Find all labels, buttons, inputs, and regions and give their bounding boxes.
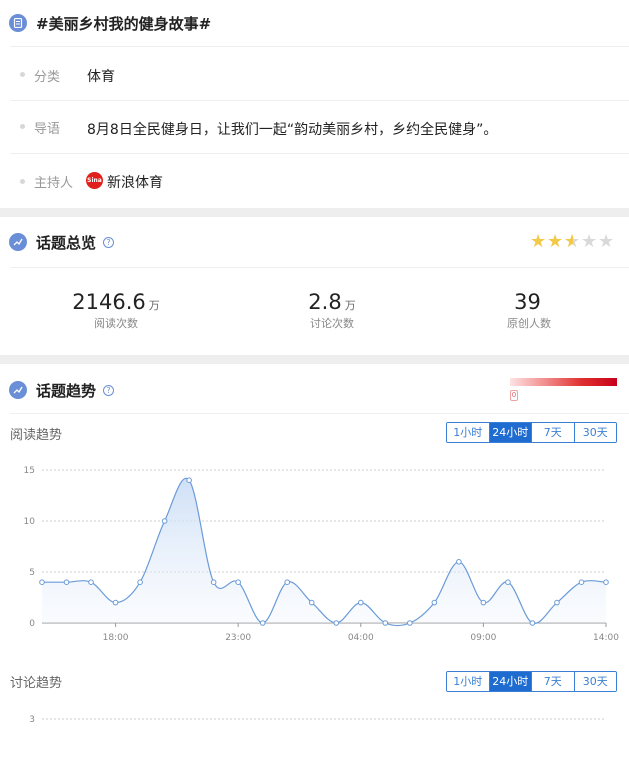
overview-title: 话题总览: [36, 233, 97, 252]
rating-star: ★: [581, 231, 598, 252]
help-icon[interactable]: ?: [103, 236, 115, 248]
host-row: 主持人 Sina 新浪体育: [0, 172, 629, 192]
trend-title: 话题趋势: [36, 381, 97, 400]
stat-label: 讨论次数: [310, 317, 354, 330]
discussion-range-option[interactable]: 30天: [574, 672, 616, 691]
intro-value: 8月8日全民健身日，让我们一起“韵动美丽乡村，乡约全民健身”。: [87, 122, 498, 138]
data-point: [88, 579, 94, 585]
read-trend-chart: 0 5 10 15 18:00 23:00 04:00 09:00 14:00: [24, 466, 620, 643]
topic-header: #美丽乡村我的健身故事#: [0, 10, 629, 36]
document-icon: [9, 14, 27, 32]
read-range-option[interactable]: 7天: [532, 423, 575, 442]
data-point: [480, 599, 487, 606]
y-tick-label: 0: [29, 619, 35, 629]
read-range-option[interactable]: 24小时: [489, 423, 532, 442]
rating-star: ★: [530, 231, 547, 252]
y-tick-label: 5: [29, 568, 35, 578]
data-point: [259, 620, 266, 626]
divider: [10, 100, 629, 101]
chart-icon: [9, 233, 27, 251]
host-label: 主持人: [34, 176, 74, 191]
sina-logo-text: Sina: [87, 177, 102, 184]
discussion-range-option[interactable]: 1小时: [447, 672, 490, 691]
section-separator: [0, 208, 629, 217]
topic-title: #美丽乡村我的健身故事#: [36, 14, 212, 33]
section-separator: [0, 355, 629, 364]
bullet-dot: [20, 179, 25, 184]
data-point: [161, 518, 168, 524]
y-tick-label: 15: [24, 466, 35, 476]
data-point: [357, 599, 364, 606]
x-tick-label: 23:00: [225, 633, 251, 643]
data-point: [456, 559, 462, 565]
read-trend-title: 阅读趋势: [10, 428, 63, 443]
data-point: [137, 579, 143, 585]
read-range-selector: 1小时 24小时 7天 30天: [446, 422, 617, 443]
divider: [10, 413, 629, 414]
rating-star: ★: [564, 233, 581, 252]
data-point: [505, 579, 511, 585]
data-point: [407, 620, 413, 626]
category-value: 体育: [87, 69, 115, 85]
sina-sports-logo[interactable]: Sina: [86, 172, 103, 189]
data-point: [554, 599, 560, 606]
discussion-range-option[interactable]: 24小时: [489, 672, 532, 691]
category-label: 分类: [34, 70, 61, 85]
stat-label: 阅读次数: [94, 317, 138, 330]
category-row: 分类 体育: [0, 66, 629, 86]
read-area: [42, 478, 606, 626]
data-point: [235, 579, 241, 585]
read-range-option[interactable]: 30天: [574, 423, 616, 442]
data-point: [431, 599, 438, 606]
data-point: [308, 599, 315, 606]
rating-star: ★: [547, 231, 564, 252]
rating-star: ★: [598, 231, 615, 252]
data-point: [39, 579, 45, 585]
data-point: [603, 579, 609, 585]
y-tick-label: 3: [29, 715, 35, 725]
stat-value: 39: [514, 290, 541, 314]
stat-value: 2.8: [308, 290, 342, 314]
data-point: [529, 620, 536, 626]
x-tick-label: 04:00: [348, 633, 374, 643]
bullet-dot: [20, 72, 25, 77]
stat-read-count: 2146.6 万 阅读次数: [36, 290, 196, 331]
data-point: [186, 477, 192, 484]
x-tick-label: 18:00: [103, 633, 129, 643]
intro-label: 导语: [34, 122, 61, 137]
divider: [10, 153, 629, 154]
heat-gradient-bar: [510, 378, 617, 386]
x-tick-label: 14:00: [593, 633, 619, 643]
stat-value: 2146.6: [72, 290, 146, 314]
stat-original-users: 39 原创人数: [449, 290, 609, 331]
divider: [10, 46, 629, 47]
stat-label: 原创人数: [507, 317, 551, 330]
heat-level-tag: 0: [510, 390, 518, 401]
discussion-range-option[interactable]: 7天: [532, 672, 575, 691]
chart-icon: [9, 381, 27, 399]
stat-unit: 万: [148, 299, 160, 312]
data-point: [63, 579, 70, 585]
discussion-trend-chart: 3: [29, 715, 606, 725]
stat-discussion-count: 2.8 万 讨论次数: [252, 290, 412, 331]
y-tick-label: 10: [24, 517, 36, 527]
data-point: [112, 599, 119, 606]
rating-stars: ★ ★ ★ ★ ★: [530, 231, 615, 252]
data-point: [210, 579, 217, 585]
host-name-link[interactable]: 新浪体育: [107, 172, 163, 192]
divider: [10, 267, 629, 268]
data-point: [333, 620, 340, 626]
bullet-dot: [20, 124, 25, 129]
read-range-option[interactable]: 1小时: [447, 423, 490, 442]
data-point: [382, 620, 389, 626]
data-point: [284, 579, 291, 585]
intro-row: 导语 8月8日全民健身日，让我们一起“韵动美丽乡村，乡约全民健身”。: [0, 118, 629, 138]
discussion-range-selector: 1小时 24小时 7天 30天: [446, 671, 617, 692]
stat-unit: 万: [344, 299, 356, 312]
discussion-trend-title: 讨论趋势: [10, 676, 63, 691]
help-icon[interactable]: ?: [103, 384, 115, 396]
x-tick-label: 09:00: [470, 633, 496, 643]
data-point: [578, 579, 585, 585]
